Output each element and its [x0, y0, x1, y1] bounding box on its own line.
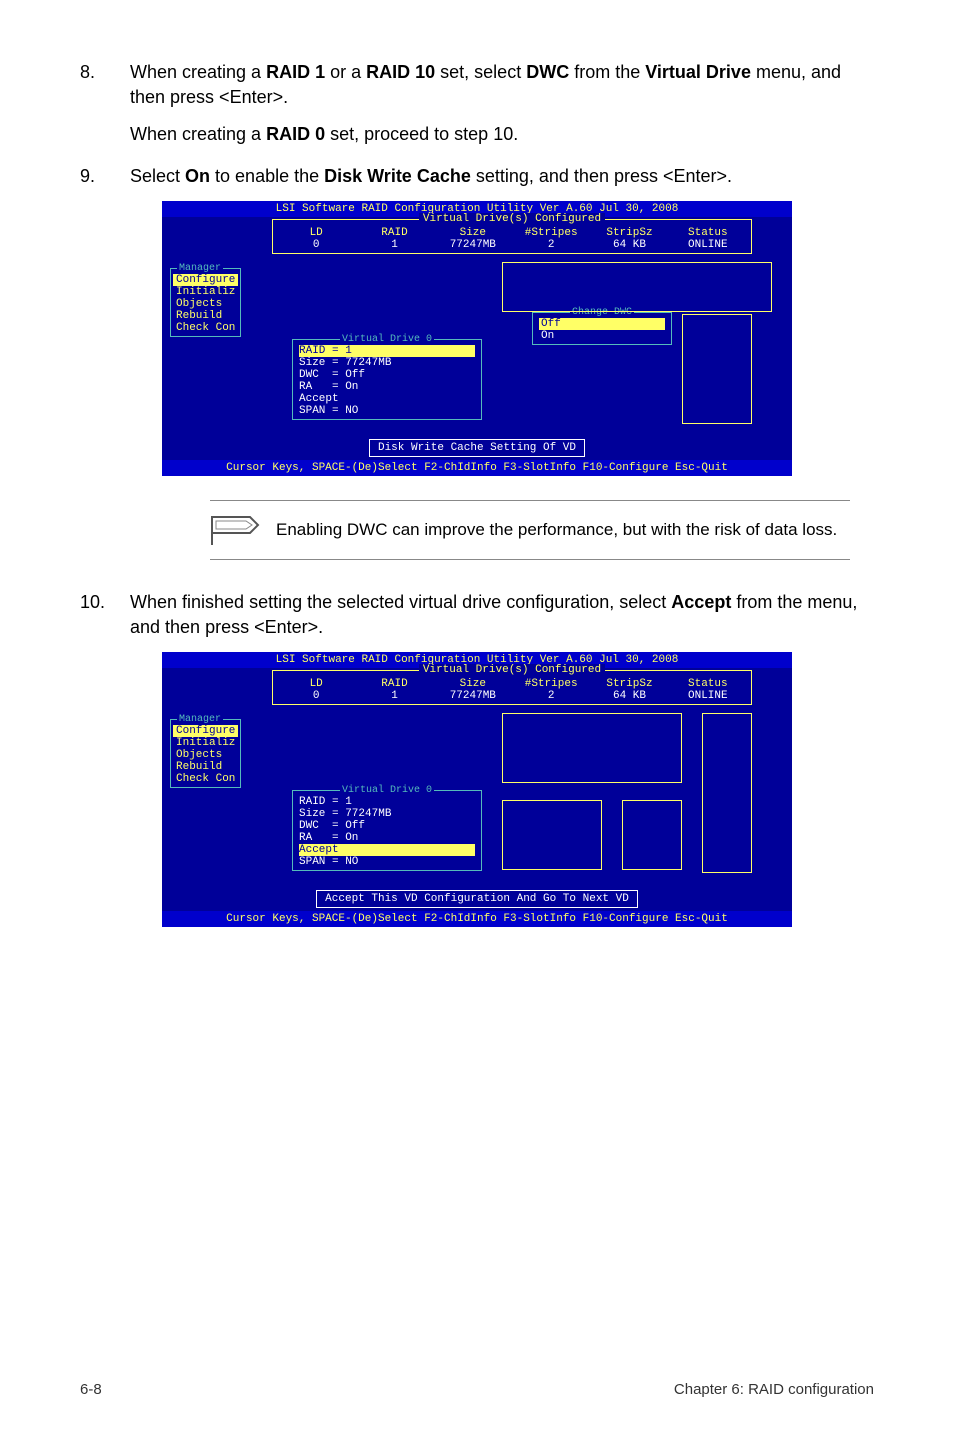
vd-line: RA = On: [299, 381, 475, 393]
dwc-option: On: [539, 330, 665, 342]
vd-line: Accept: [299, 844, 475, 856]
note-box: Enabling DWC can improve the performance…: [210, 500, 850, 560]
vd-line: DWC = Off: [299, 820, 475, 832]
sidebar-item: Rebuild: [173, 310, 238, 322]
term-header-label: Virtual Drive(s) Configured: [419, 664, 605, 676]
sidebar-item: Objects: [173, 749, 238, 761]
term-footer: Cursor Keys, SPACE-(De)Select F2-ChIdInf…: [162, 911, 792, 927]
sidebar-item: Rebuild: [173, 761, 238, 773]
empty-region: [682, 314, 752, 424]
term-sidebar: Manager Configure Initializ Objects Rebu…: [170, 268, 241, 337]
change-dwc-box: Change DWC Off On: [532, 312, 672, 345]
term-sidebar: Manager Configure Initializ Objects Rebu…: [170, 719, 241, 788]
vd-line: RAID = 1: [299, 345, 475, 357]
vd-line: RA = On: [299, 832, 475, 844]
vd-line: Size = 77247MB: [299, 357, 475, 369]
term-message: Disk Write Cache Setting Of VD: [162, 442, 792, 454]
note-text: Enabling DWC can improve the performance…: [276, 520, 837, 540]
sidebar-item: Initializ: [173, 737, 238, 749]
virtual-drive-box: Virtual Drive 0 RAID = 1 Size = 77247MB …: [292, 790, 482, 871]
step-text: When finished setting the selected virtu…: [130, 590, 874, 640]
vd-line: Accept: [299, 393, 475, 405]
sidebar-item: Initializ: [173, 286, 238, 298]
vd-line: Size = 77247MB: [299, 808, 475, 820]
page-number: 6-8: [80, 1381, 102, 1398]
step-8-subline: When creating a RAID 0 set, proceed to s…: [130, 122, 874, 147]
step-9: 9. Select On to enable the Disk Write Ca…: [80, 164, 874, 189]
chapter-label: Chapter 6: RAID configuration: [674, 1381, 874, 1398]
vd-line: SPAN = NO: [299, 405, 475, 417]
dwc-option: Off: [539, 318, 665, 330]
term-columns: LD0 RAID1 Size77247MB #Stripes2 StripSz6…: [277, 225, 747, 253]
vd-line: RAID = 1: [299, 796, 475, 808]
vd-line: SPAN = NO: [299, 856, 475, 868]
sidebar-item: Configure: [173, 725, 238, 737]
empty-region: [502, 713, 682, 783]
sidebar-item: Check Con: [173, 773, 238, 785]
terminal-screenshot-2: LSI Software RAID Configuration Utility …: [80, 652, 874, 927]
step-10: 10. When finished setting the selected v…: [80, 590, 874, 640]
step-text: When creating a RAID 1 or a RAID 10 set,…: [130, 60, 874, 110]
step-text: Select On to enable the Disk Write Cache…: [130, 164, 874, 189]
sidebar-item: Configure: [173, 274, 238, 286]
sidebar-item: Check Con: [173, 322, 238, 334]
empty-region: [502, 800, 602, 870]
vd-line: DWC = Off: [299, 369, 475, 381]
empty-region: [502, 262, 772, 312]
sidebar-item: Objects: [173, 298, 238, 310]
virtual-drive-box: Virtual Drive 0 RAID = 1 Size = 77247MB …: [292, 339, 482, 420]
step-8: 8. When creating a RAID 1 or a RAID 10 s…: [80, 60, 874, 110]
terminal-screenshot-1: LSI Software RAID Configuration Utility …: [80, 201, 874, 476]
step-number: 10.: [80, 590, 130, 640]
term-message: Accept This VD Configuration And Go To N…: [162, 893, 792, 905]
pencil-note-icon: [210, 513, 260, 547]
step-number: 9.: [80, 164, 130, 189]
term-header-label: Virtual Drive(s) Configured: [419, 213, 605, 225]
page-footer: 6-8 Chapter 6: RAID configuration: [80, 1361, 874, 1398]
term-footer: Cursor Keys, SPACE-(De)Select F2-ChIdInf…: [162, 460, 792, 476]
step-number: 8.: [80, 60, 130, 110]
empty-region: [702, 713, 752, 873]
empty-region: [622, 800, 682, 870]
term-columns: LD0 RAID1 Size77247MB #Stripes2 StripSz6…: [277, 676, 747, 704]
